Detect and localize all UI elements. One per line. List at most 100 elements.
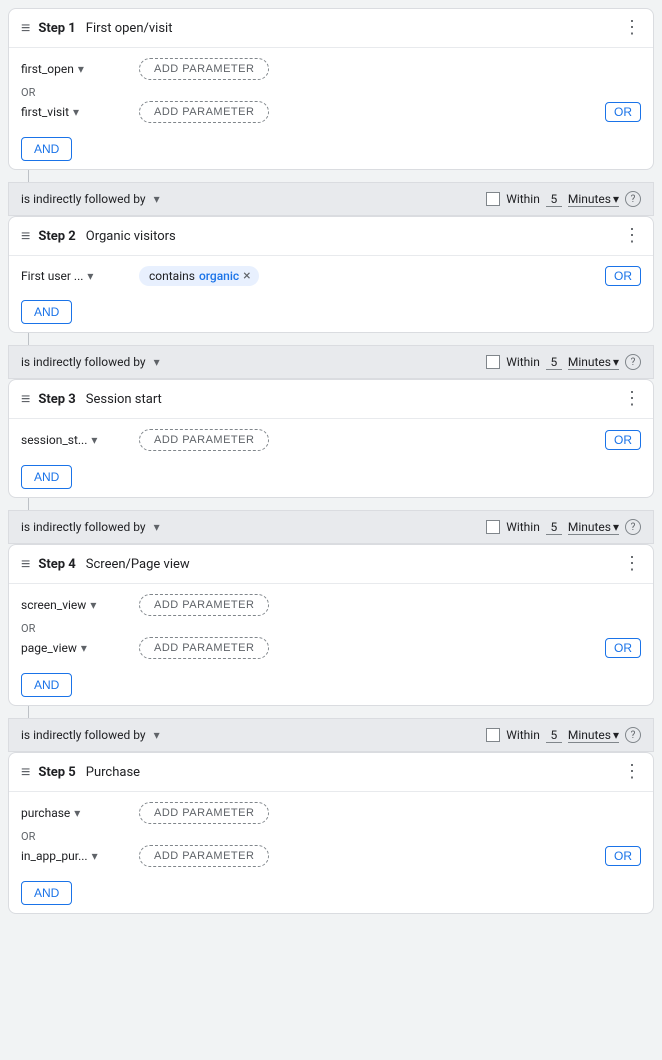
within-number-2: 5 [546,355,562,370]
help-icon-1[interactable]: ? [625,191,641,207]
step-menu-icon-5: ≡ [21,764,30,780]
event-selector-4-1[interactable]: page_view ▾ [21,641,131,655]
tag-chip-2-0: contains organic × [139,266,259,286]
within-text-4: Within [506,728,540,742]
add-param-btn-4-0[interactable]: ADD PARAMETER [139,594,269,616]
and-btn-5[interactable]: AND [21,881,72,905]
event-row-5-0: purchase ▾ ADD PARAMETER [21,802,641,824]
event-row-2-0: First user ... ▾ contains organic × OR [21,266,641,286]
within-checkbox-4[interactable] [486,728,500,742]
within-number-4: 5 [546,728,562,743]
step-body-2: First user ... ▾ contains organic × OR A… [9,256,653,332]
add-param-btn-4-1[interactable]: ADD PARAMETER [139,637,269,659]
add-param-btn-3-0[interactable]: ADD PARAMETER [139,429,269,451]
event-selector-1-0[interactable]: first_open ▾ [21,62,131,76]
event-name-4-0: screen_view [21,598,86,612]
and-btn-3[interactable]: AND [21,465,72,489]
step-label-1: Step 1 [38,21,75,36]
add-param-btn-5-0[interactable]: ADD PARAMETER [139,802,269,824]
step-header-4: ≡ Step 4 Screen/Page view ⋮ [9,545,653,584]
connector-label-2: is indirectly followed by [21,355,146,369]
within-unit-4[interactable]: Minutes ▾ [568,728,619,743]
step-body-5: purchase ▾ ADD PARAMETER OR in_app_pur..… [9,792,653,913]
step-menu-icon-1: ≡ [21,20,30,36]
event-row-4-0: screen_view ▾ ADD PARAMETER [21,594,641,616]
step-label-2: Step 2 [38,229,75,244]
within-unit-2[interactable]: Minutes ▾ [568,355,619,370]
step-more-menu-2[interactable]: ⋮ [623,227,641,245]
step-name-3: Session start [86,392,162,407]
param-container-5-1: ADD PARAMETER [139,845,597,867]
and-btn-2[interactable]: AND [21,300,72,324]
step-card-2: ≡ Step 2 Organic visitors ⋮ First user .… [8,216,654,333]
add-param-btn-1-1[interactable]: ADD PARAMETER [139,101,269,123]
within-checkbox-1[interactable] [486,192,500,206]
param-container-3-0: ADD PARAMETER [139,429,597,451]
within-section-4: Within 5 Minutes ▾ ? [486,727,641,743]
within-unit-1[interactable]: Minutes ▾ [568,192,619,207]
step-label-5: Step 5 [38,765,75,780]
step-header-1: ≡ Step 1 First open/visit ⋮ [9,9,653,48]
event-name-1-1: first_visit [21,105,69,119]
within-number-1: 5 [546,192,562,207]
dropdown-arrow-5-1: ▾ [92,849,98,863]
event-row-4-1: page_view ▾ ADD PARAMETER OR [21,637,641,659]
within-checkbox-2[interactable] [486,355,500,369]
within-unit-3[interactable]: Minutes ▾ [568,520,619,535]
or-badge-3[interactable]: OR [605,430,641,450]
event-selector-5-1[interactable]: in_app_pur... ▾ [21,849,131,863]
step-menu-icon-4: ≡ [21,556,30,572]
step-more-menu-3[interactable]: ⋮ [623,390,641,408]
dropdown-arrow-4-1: ▾ [81,641,87,655]
chip-text-2-0: contains [149,269,195,283]
event-name-5-0: purchase [21,806,70,820]
or-badge-2[interactable]: OR [605,266,641,286]
step-body-3: session_st... ▾ ADD PARAMETER OR AND [9,419,653,497]
and-btn-4[interactable]: AND [21,673,72,697]
step-name-2: Organic visitors [86,229,176,244]
step-more-menu-4[interactable]: ⋮ [623,555,641,573]
help-icon-4[interactable]: ? [625,727,641,743]
dropdown-arrow-5-0: ▾ [74,806,80,820]
event-selector-4-0[interactable]: screen_view ▾ [21,598,131,612]
or-badge-4[interactable]: OR [605,638,641,658]
vert-line-2 [8,333,654,345]
vert-line-1 [8,170,654,182]
within-checkbox-3[interactable] [486,520,500,534]
chip-close-2-0[interactable]: × [243,269,250,283]
vert-line-4 [8,706,654,718]
help-icon-2[interactable]: ? [625,354,641,370]
connector-label-3: is indirectly followed by [21,520,146,534]
step-header-3: ≡ Step 3 Session start ⋮ [9,380,653,419]
event-name-1-0: first_open [21,62,74,76]
connector-dropdown-arrow-4: ▾ [154,728,160,742]
event-row-3-0: session_st... ▾ ADD PARAMETER OR [21,429,641,451]
event-selector-1-1[interactable]: first_visit ▾ [21,105,131,119]
chip-value-2-0: organic [199,269,239,283]
within-text-2: Within [506,355,540,369]
help-icon-3[interactable]: ? [625,519,641,535]
event-name-5-1: in_app_pur... [21,849,88,863]
or-badge-1[interactable]: OR [605,102,641,122]
event-row-1-0: first_open ▾ ADD PARAMETER [21,58,641,80]
within-section-3: Within 5 Minutes ▾ ? [486,519,641,535]
page-container: ≡ Step 1 First open/visit ⋮ first_open ▾… [0,0,662,922]
step-more-menu-1[interactable]: ⋮ [623,19,641,37]
step-body-4: screen_view ▾ ADD PARAMETER OR page_view… [9,584,653,705]
step-card-5: ≡ Step 5 Purchase ⋮ purchase ▾ ADD PARAM… [8,752,654,914]
connector-label-1: is indirectly followed by [21,192,146,206]
add-param-btn-1-0[interactable]: ADD PARAMETER [139,58,269,80]
step-label-3: Step 3 [38,392,75,407]
event-selector-3-0[interactable]: session_st... ▾ [21,433,131,447]
step-label-4: Step 4 [38,557,75,572]
add-param-btn-5-1[interactable]: ADD PARAMETER [139,845,269,867]
step-more-menu-5[interactable]: ⋮ [623,763,641,781]
and-btn-1[interactable]: AND [21,137,72,161]
within-text-3: Within [506,520,540,534]
dropdown-arrow-4-0: ▾ [90,598,96,612]
or-badge-5[interactable]: OR [605,846,641,866]
event-name-3-0: session_st... [21,433,87,447]
param-container-5-0: ADD PARAMETER [139,802,641,824]
event-selector-2-0[interactable]: First user ... ▾ [21,269,131,283]
event-selector-5-0[interactable]: purchase ▾ [21,806,131,820]
